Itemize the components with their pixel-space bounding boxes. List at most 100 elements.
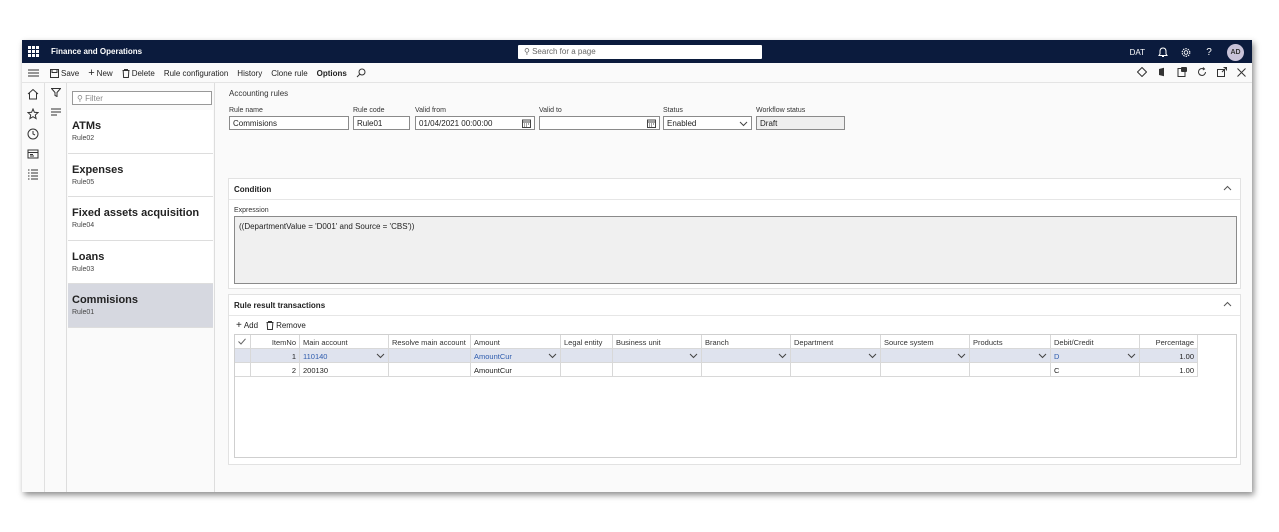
chevron-down-icon[interactable] — [548, 351, 557, 360]
history-button[interactable]: History — [237, 69, 262, 78]
main-account-cell[interactable]: 200130 — [300, 363, 389, 377]
products-cell[interactable] — [970, 363, 1051, 377]
refresh-icon[interactable] — [1197, 67, 1207, 77]
select-all-checkbox[interactable] — [235, 335, 251, 349]
open-new-window-icon[interactable] — [1217, 67, 1227, 77]
global-search-input[interactable]: ⚲ Search for a page — [518, 45, 762, 59]
valid-to-input[interactable] — [539, 116, 660, 130]
valid-from-input[interactable]: 01/04/2021 00:00:00 — [415, 116, 535, 130]
table-row[interactable]: 2 200130 AmountCur C 1.00 — [235, 363, 1198, 377]
clock-icon[interactable] — [27, 128, 39, 140]
list-item[interactable]: ATMs Rule02 — [68, 110, 213, 154]
add-button[interactable]: + Add — [236, 320, 258, 330]
options-button[interactable]: Options — [317, 69, 347, 78]
avatar[interactable]: AD — [1227, 44, 1244, 61]
rule-configuration-button[interactable]: Rule configuration — [164, 69, 228, 78]
business-unit-cell[interactable] — [613, 349, 702, 363]
table-row[interactable]: 1 110140 AmountCur D 1.00 — [235, 349, 1198, 363]
chevron-down-icon[interactable] — [1127, 351, 1136, 360]
list-item[interactable]: Fixed assets acquisition Rule04 — [68, 197, 213, 241]
workflow-status-field: Workflow status Draft — [756, 107, 845, 130]
column-header[interactable]: Source system — [881, 335, 970, 349]
bell-icon[interactable] — [1158, 47, 1168, 59]
column-header[interactable]: ItemNo — [251, 335, 300, 349]
department-cell[interactable] — [791, 349, 881, 363]
status-select[interactable]: Enabled — [663, 116, 752, 130]
help-icon[interactable]: ? — [1204, 47, 1214, 59]
column-header[interactable]: Legal entity — [561, 335, 613, 349]
condition-header[interactable]: Condition — [229, 179, 1240, 200]
business-unit-cell[interactable] — [613, 363, 702, 377]
column-header[interactable]: Resolve main account — [389, 335, 471, 349]
gear-icon[interactable] — [1181, 47, 1191, 59]
main-account-cell[interactable]: 110140 — [300, 349, 389, 363]
new-button[interactable]: + New — [88, 68, 112, 79]
column-header[interactable]: Debit/Credit — [1051, 335, 1140, 349]
column-header[interactable]: Main account — [300, 335, 389, 349]
search-icon[interactable] — [356, 68, 366, 78]
expression-input[interactable]: ((DepartmentValue = 'D001' and Source = … — [234, 216, 1237, 284]
source-system-cell[interactable] — [881, 349, 970, 363]
column-header[interactable]: Branch — [702, 335, 791, 349]
list-item-selected[interactable]: Commisions Rule01 — [68, 284, 213, 328]
close-icon[interactable] — [1237, 67, 1246, 77]
chevron-down-icon[interactable] — [376, 351, 385, 360]
products-cell[interactable] — [970, 349, 1051, 363]
chevron-down-icon[interactable] — [868, 351, 877, 360]
clone-rule-button[interactable]: Clone rule — [271, 69, 307, 78]
legal-entity-cell[interactable] — [561, 363, 613, 377]
remove-button[interactable]: Remove — [266, 321, 306, 330]
office-icon[interactable] — [1157, 67, 1167, 77]
row-selector[interactable] — [235, 363, 251, 377]
list-item[interactable]: Loans Rule03 — [68, 240, 213, 284]
modules-list-icon[interactable] — [27, 168, 39, 180]
column-header[interactable]: Department — [791, 335, 881, 349]
rule-name-input[interactable]: Commisions — [229, 116, 349, 130]
diamond-icon[interactable] — [1137, 67, 1147, 77]
chevron-down-icon[interactable] — [957, 351, 966, 360]
debit-credit-cell[interactable]: D — [1051, 349, 1140, 363]
valid-from-label: Valid from — [415, 107, 446, 114]
list-view-icon[interactable] — [51, 108, 61, 116]
chevron-up-icon[interactable] — [1223, 300, 1232, 309]
percentage-cell[interactable]: 1.00 — [1140, 363, 1198, 377]
calendar-icon[interactable] — [647, 119, 656, 128]
filter-input[interactable]: ⚲ Filter — [72, 91, 212, 105]
resolve-main-account-cell[interactable] — [389, 363, 471, 377]
hamburger-icon[interactable] — [28, 69, 39, 79]
branch-cell[interactable] — [702, 363, 791, 377]
home-icon[interactable] — [27, 88, 39, 100]
save-button[interactable]: Save — [50, 68, 79, 78]
chevron-down-icon[interactable] — [1038, 351, 1047, 360]
filter-icon[interactable] — [51, 88, 61, 97]
resolve-main-account-cell[interactable] — [389, 349, 471, 363]
column-header[interactable]: Business unit — [613, 335, 702, 349]
department-cell[interactable] — [791, 363, 881, 377]
chevron-down-icon[interactable] — [778, 351, 787, 360]
transactions-header[interactable]: Rule result transactions — [229, 295, 1240, 316]
row-selector[interactable] — [235, 349, 251, 363]
action-buttons: Save + New Delete Rule configuration His… — [50, 68, 366, 79]
star-icon[interactable] — [27, 108, 39, 120]
debit-credit-cell[interactable]: C — [1051, 363, 1140, 377]
column-header[interactable]: Products — [970, 335, 1051, 349]
workspace-icon[interactable] — [27, 148, 39, 160]
amount-cell[interactable]: AmountCur — [471, 349, 561, 363]
attachments-icon[interactable] — [1177, 67, 1187, 77]
company-picker[interactable]: DAT — [1130, 48, 1145, 57]
amount-cell[interactable]: AmountCur — [471, 363, 561, 377]
calendar-icon[interactable] — [522, 119, 531, 128]
column-header[interactable]: Amount — [471, 335, 561, 349]
column-header[interactable]: Percentage — [1140, 335, 1198, 349]
source-system-cell[interactable] — [881, 363, 970, 377]
rule-code-input[interactable]: Rule01 — [353, 116, 410, 130]
delete-button[interactable]: Delete — [122, 68, 155, 78]
branch-cell[interactable] — [702, 349, 791, 363]
legal-entity-cell[interactable] — [561, 349, 613, 363]
delete-label: Delete — [131, 68, 155, 78]
app-launcher-icon[interactable] — [28, 46, 39, 57]
chevron-up-icon[interactable] — [1223, 184, 1232, 193]
percentage-cell[interactable]: 1.00 — [1140, 349, 1198, 363]
chevron-down-icon[interactable] — [689, 351, 698, 360]
list-item[interactable]: Expenses Rule05 — [68, 153, 213, 197]
